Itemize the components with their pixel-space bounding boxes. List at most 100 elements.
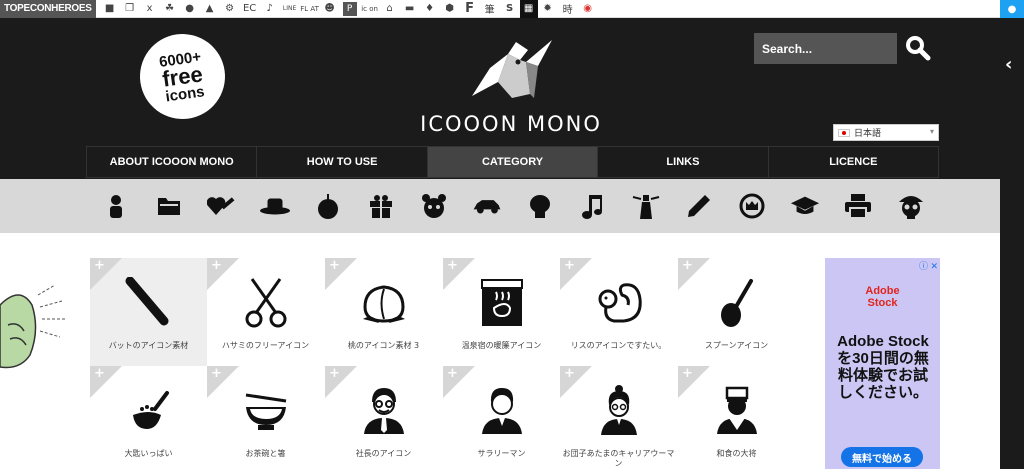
folder-category-icon[interactable] <box>154 191 184 221</box>
career-woman-icon <box>593 383 645 439</box>
adobe-stock-ad[interactable]: ⓘ ✕ Adobe Stock Adobe Stockを30日間の無料体験でお試… <box>825 258 940 469</box>
icon-tile[interactable]: + 社長のアイコン <box>325 366 442 474</box>
car-icon[interactable]: ▬ <box>400 0 420 18</box>
nav-how-to-use[interactable]: HOW TO USE <box>256 147 427 177</box>
japan-flag-icon <box>838 128 850 137</box>
p-icon[interactable]: P <box>342 1 357 16</box>
bear-category-icon[interactable] <box>419 191 449 221</box>
twitter-icon[interactable]: ● <box>1000 0 1024 18</box>
s-icon[interactable]: S <box>500 0 520 18</box>
hat-category-icon[interactable] <box>260 191 290 221</box>
music-note-category-icon[interactable] <box>578 191 608 221</box>
plus-icon[interactable]: + <box>329 367 340 381</box>
person-icon[interactable]: x <box>140 0 160 18</box>
crown-category-icon[interactable] <box>737 191 767 221</box>
graduation-cap-category-icon[interactable] <box>790 191 820 221</box>
plus-icon[interactable]: + <box>682 259 693 273</box>
printer-category-icon[interactable] <box>843 191 873 221</box>
icon-caption: ハサミのフリーアイコン <box>221 341 310 350</box>
grid-icon[interactable]: ▦ <box>519 0 538 18</box>
language-label: 日本語 <box>854 129 882 139</box>
plus-icon[interactable]: + <box>211 367 222 381</box>
ladle-icon <box>123 383 175 439</box>
avatar-icon[interactable]: ◉ <box>578 0 598 18</box>
plus-icon[interactable]: + <box>564 367 575 381</box>
ad-brand-line2: Stock <box>867 297 898 309</box>
bat-icon <box>123 275 175 331</box>
icon-tile[interactable]: + 大匙いっぱい <box>90 366 207 474</box>
leaf-icon[interactable]: ☘ <box>160 0 180 18</box>
plus-icon[interactable]: + <box>447 367 458 381</box>
unicorn-logo-icon[interactable] <box>468 38 556 100</box>
site-title[interactable]: ICOOON MONO <box>380 112 642 136</box>
flat-icon[interactable]: FL AT <box>300 0 320 18</box>
icon-tile[interactable]: + お茶碗と箸 <box>207 366 324 474</box>
f-icon[interactable]: F <box>460 0 480 18</box>
hexagon-icon[interactable]: ⬢ <box>440 0 460 18</box>
ghost-icon[interactable]: ▲ <box>200 0 220 18</box>
chevron-left-icon[interactable]: ‹ <box>1005 54 1012 75</box>
note-icon[interactable]: ♪ <box>260 0 280 18</box>
plus-icon[interactable]: + <box>94 367 105 381</box>
icon-tile[interactable]: + 温泉宿の暖簾アイコン <box>443 258 560 366</box>
icon-caption: 温泉宿の暖簾アイコン <box>461 341 542 350</box>
brush-icon[interactable]: 筆 <box>480 0 500 18</box>
gear-icon[interactable]: ⚙ <box>220 0 240 18</box>
icon-tile[interactable]: + サラリーマン <box>443 366 560 474</box>
onsen-curtain-icon <box>476 275 528 331</box>
chat-icon[interactable]: ● <box>180 0 200 18</box>
gift-category-icon[interactable] <box>366 191 396 221</box>
copy-icon[interactable]: ❐ <box>120 0 140 18</box>
site-icon-row: ■ ❐ x ☘ ● ▲ ⚙ EC ♪ LINE FL AT ☻ P ic on … <box>96 0 598 18</box>
ad-brand: Adobe Stock <box>825 285 940 309</box>
pirate-skull-category-icon[interactable] <box>896 191 926 221</box>
search-icon[interactable] <box>905 35 931 61</box>
icon-tile[interactable]: + リスのアイコンですたい。 <box>560 258 677 366</box>
icon-tile[interactable]: + バットのアイコン素材 <box>90 258 207 366</box>
plus-icon[interactable]: + <box>329 259 340 273</box>
ad-cta-button[interactable]: 無料で始める <box>841 447 923 467</box>
lighthouse-category-icon[interactable] <box>631 191 661 221</box>
apple-category-icon[interactable] <box>313 191 343 221</box>
icon-tile[interactable]: + 和食の大将 <box>678 366 795 474</box>
bird-icon[interactable]: ♦ <box>420 0 440 18</box>
house-icon[interactable]: ⌂ <box>380 0 400 18</box>
peach-icon <box>358 275 410 331</box>
heart-syringe-category-icon[interactable] <box>207 191 237 221</box>
icon-caption: 大匙いっぱい <box>124 449 173 458</box>
plus-icon[interactable]: + <box>682 367 693 381</box>
nav-category[interactable]: CATEGORY <box>426 147 598 177</box>
icon-caption: バットのアイコン素材 <box>108 341 189 350</box>
top-site-bar: TOPECONHEROES ■ ❐ x ☘ ● ▲ ⚙ EC ♪ LINE FL… <box>0 0 1024 18</box>
nav-links[interactable]: LINKS <box>597 147 768 177</box>
icon-tile[interactable]: + ハサミのフリーアイコン <box>207 258 324 366</box>
car-category-icon[interactable] <box>472 191 502 221</box>
search-input[interactable] <box>754 33 897 64</box>
icon-text-icon[interactable]: ic on <box>360 0 380 18</box>
ad-close-icon[interactable]: ⓘ ✕ <box>919 259 938 272</box>
plus-icon[interactable]: + <box>564 259 575 273</box>
icon-tile[interactable]: + スプーンアイコン <box>678 258 795 366</box>
plus-icon[interactable]: + <box>211 259 222 273</box>
line-icon[interactable]: LINE <box>280 0 300 18</box>
topeconheroes-logo[interactable]: TOPECONHEROES <box>0 0 96 18</box>
ec-icon[interactable]: EC <box>240 0 260 18</box>
icon-caption: お団子あたまのキャリアウーマン <box>562 449 675 468</box>
cow-icon[interactable]: ■ <box>100 0 120 18</box>
main-nav: ABOUT ICOOON MONO HOW TO USE CATEGORY LI… <box>86 146 939 178</box>
boxing-glove-category-icon[interactable] <box>525 191 555 221</box>
time-icon[interactable]: 時 <box>558 0 578 18</box>
person-category-icon[interactable] <box>101 191 131 221</box>
burst-icon[interactable]: ✹ <box>538 0 558 18</box>
nav-licence[interactable]: LICENCE <box>767 147 939 177</box>
pencil-category-icon[interactable] <box>684 191 714 221</box>
plus-icon[interactable]: + <box>94 259 105 273</box>
category-strip <box>0 179 1000 233</box>
plus-icon[interactable]: + <box>447 259 458 273</box>
icon-caption: 社長のアイコン <box>355 449 412 458</box>
smile-icon[interactable]: ☻ <box>320 0 340 18</box>
icon-tile[interactable]: + 桃のアイコン素材 3 <box>325 258 442 366</box>
icon-tile[interactable]: + お団子あたまのキャリアウーマン <box>560 366 677 474</box>
nav-about[interactable]: ABOUT ICOOON MONO <box>87 147 257 177</box>
language-select[interactable]: 日本語 ▾ <box>833 124 939 141</box>
